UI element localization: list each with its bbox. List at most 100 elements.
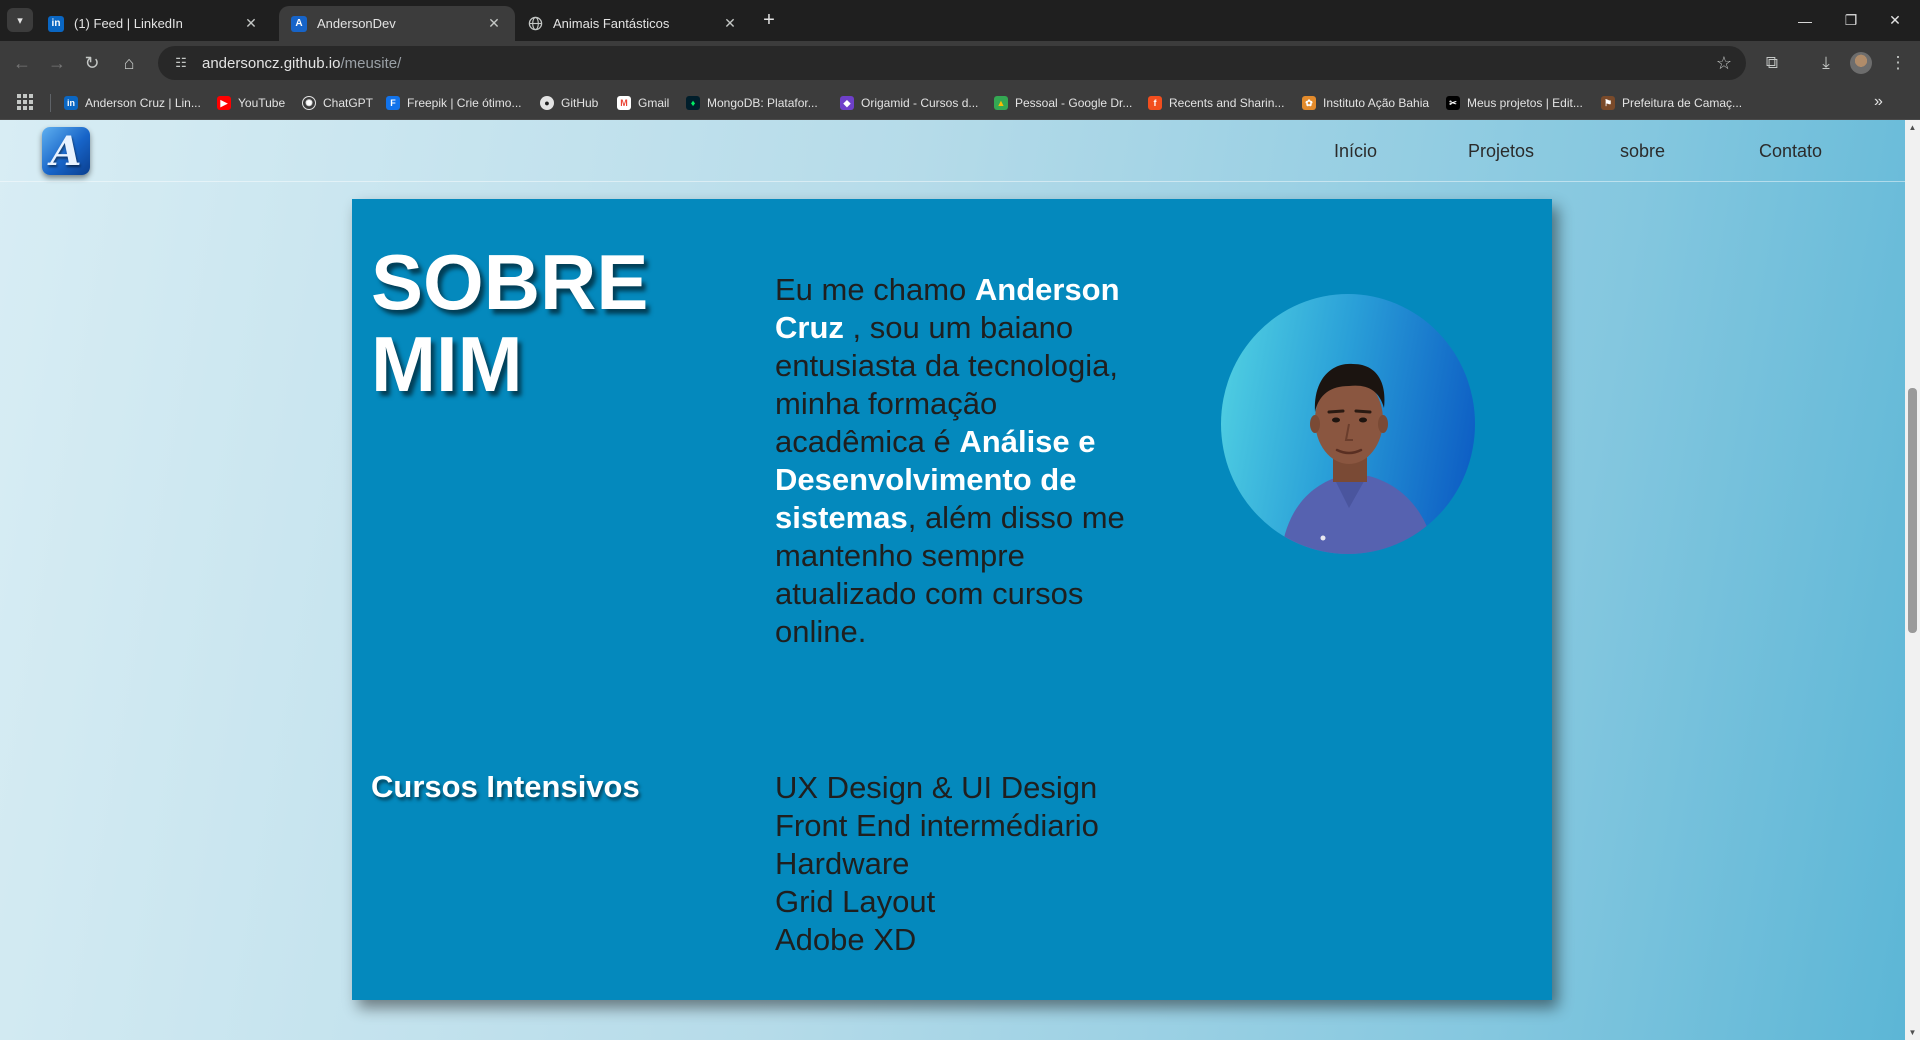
bookmark-label: Origamid - Cursos d... xyxy=(861,96,979,110)
tab-title: Animais Fantásticos xyxy=(553,16,670,31)
freepik-icon: F xyxy=(386,96,400,110)
bookmark-prefeitura[interactable]: ⚑ Prefeitura de Camaç... xyxy=(1601,93,1742,113)
bookmarks-bar: in Anderson Cruz | Lin... ▶ YouTube ✺ Ch… xyxy=(0,85,1920,120)
origamid-icon: ◆ xyxy=(840,96,854,110)
course-item: Front End intermédiario xyxy=(775,808,1099,843)
page-viewport: A Início Projetos sobre Contato SOBRE MI… xyxy=(0,120,1905,1040)
bookmark-gmail[interactable]: M Gmail xyxy=(617,93,669,113)
profile-photo xyxy=(1221,294,1475,554)
reload-button[interactable]: ↻ xyxy=(78,49,106,77)
site-info-icon[interactable]: ☷ xyxy=(172,54,190,72)
about-card: SOBRE MIM Eu me chamo Anderson Cruz , so… xyxy=(352,199,1552,1000)
nav-inicio[interactable]: Início xyxy=(1334,141,1377,162)
bookmark-chatgpt[interactable]: ✺ ChatGPT xyxy=(302,93,373,113)
linkedin-icon: in xyxy=(48,15,64,32)
more-bookmarks-icon[interactable]: » xyxy=(1874,93,1883,111)
url-host: andersoncz.github.io xyxy=(202,54,341,72)
nav-sobre[interactable]: sobre xyxy=(1620,141,1665,162)
profile-avatar[interactable] xyxy=(1850,52,1872,74)
address-bar[interactable]: ☷ andersoncz.github.io /meusite/ ☆ xyxy=(158,46,1746,80)
courses-title: Cursos Intensivos xyxy=(371,769,640,804)
bookmark-label: GitHub xyxy=(561,96,599,110)
capcut-icon: ✂ xyxy=(1446,96,1460,110)
bookmark-label: Prefeitura de Camaç... xyxy=(1622,96,1743,110)
bookmark-label: Recents and Sharin... xyxy=(1169,96,1285,110)
bookmark-capcut[interactable]: ✂ Meus projetos | Edit... xyxy=(1446,93,1583,113)
about-title: SOBRE MIM xyxy=(371,238,649,408)
browser-toolbar: ← → ↻ ⌂ ☷ andersoncz.github.io /meusite/… xyxy=(0,41,1920,85)
back-button[interactable]: ← xyxy=(8,49,36,77)
gmail-icon: M xyxy=(617,96,631,110)
tab-andersondev[interactable]: A AndersonDev ✕ xyxy=(279,6,515,41)
about-paragraph: Eu me chamo Anderson Cruz , sou um baian… xyxy=(775,271,1150,651)
course-item: Hardware xyxy=(775,846,910,881)
tab-title: AndersonDev xyxy=(317,16,396,31)
course-item: Grid Layout xyxy=(775,884,936,919)
tab-strip: ▾ in (1) Feed | LinkedIn ✕ A AndersonDev… xyxy=(0,0,1920,41)
url-path: /meusite/ xyxy=(340,54,402,72)
figma-icon: f xyxy=(1148,96,1162,110)
scroll-down-arrow[interactable]: ▼ xyxy=(1905,1025,1920,1040)
bookmark-label: Instituto Ação Bahia xyxy=(1323,96,1430,110)
close-icon[interactable]: ✕ xyxy=(485,15,503,32)
youtube-icon: ▶ xyxy=(217,96,231,110)
logo-letter: A xyxy=(50,127,82,175)
close-window-button[interactable]: ✕ xyxy=(1870,0,1920,41)
apps-icon[interactable] xyxy=(17,94,33,110)
chatgpt-icon: ✺ xyxy=(302,96,316,110)
close-icon[interactable]: ✕ xyxy=(721,15,739,32)
portrait-image xyxy=(1281,363,1435,554)
mongodb-icon: ♦ xyxy=(686,96,700,110)
bookmark-youtube[interactable]: ▶ YouTube xyxy=(217,93,285,113)
bookmark-label: YouTube xyxy=(238,96,286,110)
extensions-icon[interactable]: ⧉ xyxy=(1758,49,1786,77)
tab-animais[interactable]: Animais Fantásticos ✕ xyxy=(515,6,751,41)
scroll-up-arrow[interactable]: ▲ xyxy=(1905,120,1920,135)
site-logo-icon: A xyxy=(291,15,307,32)
courses-list: UX Design & UI Design Front End interméd… xyxy=(775,769,1099,959)
bookmark-label: Freepik | Crie ótimo... xyxy=(407,96,522,110)
bookmark-label: Meus projetos | Edit... xyxy=(1467,96,1583,110)
about-text-part: Eu me chamo xyxy=(775,272,975,307)
home-button[interactable]: ⌂ xyxy=(115,49,143,77)
tab-search-button[interactable]: ▾ xyxy=(7,8,33,32)
course-item: Adobe XD xyxy=(775,922,917,957)
bookmarks-divider xyxy=(50,94,51,112)
course-item: UX Design & UI Design xyxy=(775,770,1098,805)
prefeitura-icon: ⚑ xyxy=(1601,96,1615,110)
site-logo[interactable]: A xyxy=(42,127,90,175)
nav-projetos[interactable]: Projetos xyxy=(1468,141,1534,162)
bookmark-instituto[interactable]: ✿ Instituto Ação Bahia xyxy=(1302,93,1429,113)
bookmark-linkedin[interactable]: in Anderson Cruz | Lin... xyxy=(64,93,201,113)
globe-icon xyxy=(527,16,543,32)
bookmark-google-drive[interactable]: ▲ Pessoal - Google Dr... xyxy=(994,93,1132,113)
restore-button[interactable]: ❐ xyxy=(1826,0,1876,41)
site-header: A Início Projetos sobre Contato xyxy=(0,120,1905,182)
instituto-icon: ✿ xyxy=(1302,96,1316,110)
forward-button[interactable]: → xyxy=(43,49,71,77)
minimize-button[interactable]: — xyxy=(1780,0,1830,41)
google-drive-icon: ▲ xyxy=(994,96,1008,110)
scroll-thumb[interactable] xyxy=(1908,388,1917,633)
bookmark-label: Gmail xyxy=(638,96,670,110)
menu-icon[interactable]: ⋮ xyxy=(1884,49,1912,77)
linkedin-icon: in xyxy=(64,96,78,110)
bookmark-label: Anderson Cruz | Lin... xyxy=(85,96,201,110)
page-scrollbar[interactable]: ▲ ▼ xyxy=(1905,120,1920,1040)
tab-linkedin[interactable]: in (1) Feed | LinkedIn ✕ xyxy=(36,6,272,41)
bookmark-label: MongoDB: Platafor... xyxy=(707,96,818,110)
new-tab-button[interactable]: + xyxy=(758,9,780,31)
bookmark-label: Pessoal - Google Dr... xyxy=(1015,96,1133,110)
nav-contato[interactable]: Contato xyxy=(1759,141,1822,162)
bookmark-figma[interactable]: f Recents and Sharin... xyxy=(1148,93,1284,113)
bookmark-github[interactable]: ● GitHub xyxy=(540,93,598,113)
bookmark-origamid[interactable]: ◆ Origamid - Cursos d... xyxy=(840,93,978,113)
close-icon[interactable]: ✕ xyxy=(242,15,260,32)
bookmark-label: ChatGPT xyxy=(323,96,374,110)
bookmark-freepik[interactable]: F Freepik | Crie ótimo... xyxy=(386,93,521,113)
bookmark-mongodb[interactable]: ♦ MongoDB: Platafor... xyxy=(686,93,818,113)
github-icon: ● xyxy=(540,96,554,110)
bookmark-star-icon[interactable]: ☆ xyxy=(1716,53,1732,74)
download-icon[interactable]: ⤓ xyxy=(1812,49,1840,77)
tab-title: (1) Feed | LinkedIn xyxy=(74,16,183,31)
